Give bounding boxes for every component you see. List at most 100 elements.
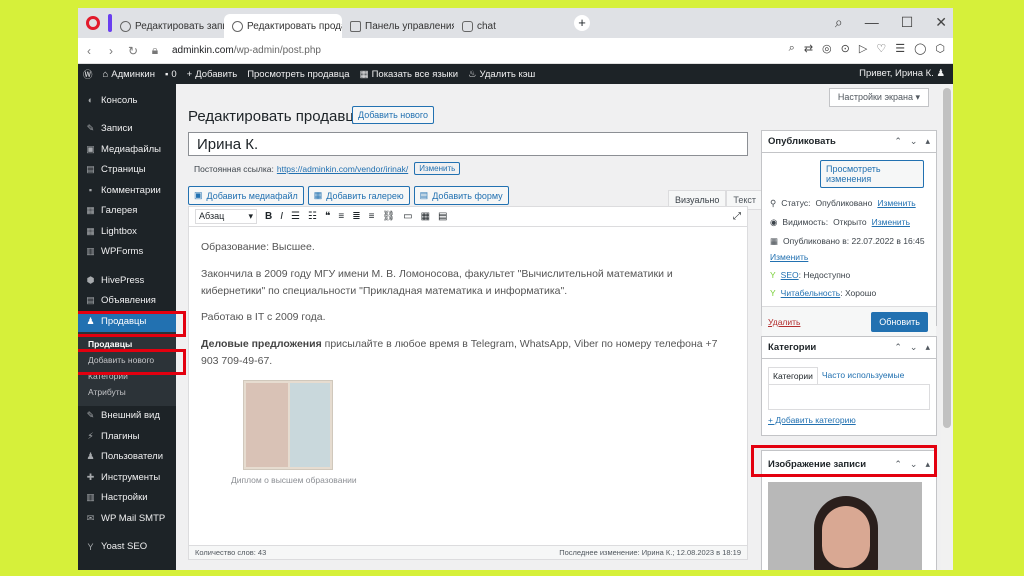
update-button[interactable]: Обновить	[871, 312, 928, 332]
sidebar-item-posts[interactable]: ✎ Записи	[78, 119, 176, 140]
sidebar-item-tools[interactable]: ✚ Инструменты	[78, 467, 176, 488]
sidebar-item-plugins[interactable]: ⚡︎ Плагины	[78, 426, 176, 447]
sidebar-item-pages[interactable]: ▤ Страницы	[78, 160, 176, 181]
collapse-icon[interactable]: ▴	[925, 136, 930, 147]
reload-icon[interactable]: ↻	[122, 44, 144, 58]
view-vendor-link[interactable]: Просмотреть продавца	[242, 69, 354, 80]
align-center-icon[interactable]: ≣	[352, 211, 360, 222]
user-greeting[interactable]: Привет, Ирина К. ♟	[859, 68, 945, 79]
numbered-list-icon[interactable]: ☷	[308, 211, 317, 222]
tab-chat[interactable]: chat	[454, 14, 566, 38]
category-checklist[interactable]	[768, 384, 930, 410]
link-icon[interactable]: ⛓︎	[382, 211, 395, 222]
sidebar-item-appearance[interactable]: ✎ Внешний вид	[78, 406, 176, 427]
add-media-button[interactable]: ▣ Добавить медиафайл	[188, 186, 304, 205]
add-new-link[interactable]: + Добавить	[182, 69, 243, 80]
seo-link[interactable]: SEO	[781, 270, 799, 280]
add-form-button[interactable]: ▤ Добавить форму	[413, 186, 509, 205]
maximize-icon[interactable]: ☐	[901, 14, 914, 31]
align-right-icon[interactable]: ≡	[369, 211, 375, 222]
screen-options-button[interactable]: Настройки экрана ▾	[828, 88, 929, 107]
publish-box-header[interactable]: Опубликовать ⌃ ⌄ ▴	[762, 131, 936, 153]
sidebar-item-listings[interactable]: ▤ Объявления	[78, 291, 176, 312]
minimize-icon[interactable]: —	[865, 14, 879, 31]
tab-control-panel[interactable]: Панель управления VH	[342, 14, 454, 38]
lock-icon[interactable]: 🔒︎	[144, 43, 166, 58]
account-icon[interactable]: ◯	[914, 42, 926, 55]
comments-link[interactable]: ▪ 0	[160, 69, 182, 80]
visibility-row: ◉ Видимость: Открыто Изменить	[770, 217, 910, 228]
languages-link[interactable]: ▦ Показать все языки	[355, 69, 463, 80]
sidebar-item-hivepress[interactable]: ⬢ HivePress	[78, 270, 176, 291]
align-left-icon[interactable]: ≡	[338, 211, 344, 222]
add-new-button[interactable]: Добавить нового	[352, 106, 435, 124]
italic-icon[interactable]: I	[280, 211, 283, 222]
sidebar-item-wpforms[interactable]: ▥ WPForms	[78, 242, 176, 263]
tab-edit-vendor[interactable]: Редактировать продавца✕	[224, 14, 342, 38]
quote-icon[interactable]: ❝	[325, 211, 330, 222]
close-window-icon[interactable]: ✕	[935, 14, 947, 31]
move-down-icon[interactable]: ⌄	[910, 342, 918, 353]
move-down-icon[interactable]: ⌄	[910, 136, 918, 147]
scrollbar-thumb[interactable]	[943, 88, 951, 428]
heart-icon[interactable]: ♡	[876, 42, 886, 55]
opera-logo-icon[interactable]	[86, 16, 100, 30]
send-icon[interactable]: ▷	[859, 42, 867, 55]
add-category-link[interactable]: + Добавить категорию	[762, 410, 936, 430]
list-icon[interactable]: ☰	[895, 42, 905, 55]
tab-edit-post[interactable]: Редактировать запись “С	[112, 14, 224, 38]
more-tag-icon[interactable]: ▭	[403, 211, 412, 222]
edit-permalink-button[interactable]: Изменить	[414, 162, 461, 175]
sidebar-item-settings[interactable]: ▥ Настройки	[78, 488, 176, 509]
move-up-icon[interactable]: ⌃	[894, 136, 902, 147]
diploma-image[interactable]	[243, 379, 333, 470]
forward-icon[interactable]: ›	[100, 44, 122, 58]
permalink-link[interactable]: https://adminkin.com/vendor/irinak/	[277, 164, 408, 174]
back-icon[interactable]: ‹	[78, 44, 100, 58]
edit-visibility-link[interactable]: Изменить	[872, 217, 910, 228]
edit-date-link[interactable]: Изменить	[770, 252, 808, 262]
format-select[interactable]: Абзац ▾	[195, 209, 257, 224]
bullet-list-icon[interactable]: ☰	[291, 211, 300, 222]
sidebar-item-wp-mail-smtp[interactable]: ✉ WP Mail SMTP	[78, 508, 176, 529]
fullscreen-icon[interactable]: ⤢	[733, 211, 741, 222]
delete-link[interactable]: Удалить	[768, 317, 800, 327]
editor-body[interactable]: Образование: Высшее. Закончила в 2009 го…	[189, 227, 747, 487]
keyboard-icon[interactable]: ▦	[421, 211, 430, 222]
post-title-input[interactable]: Ирина К.	[188, 132, 748, 156]
zoom-icon[interactable]: ⌕	[789, 42, 795, 55]
sidebar-item-yoast[interactable]: Y Yoast SEO	[78, 537, 176, 558]
search-tabs-icon[interactable]: ⌕	[835, 14, 843, 31]
submenu-attributes[interactable]: Атрибуты	[78, 384, 176, 400]
toolbar-toggle-icon[interactable]: ▤	[438, 211, 447, 222]
featured-image[interactable]	[768, 482, 922, 570]
translate-icon[interactable]: ⇄	[804, 42, 813, 55]
categories-box-header[interactable]: Категории ⌃ ⌄ ▴	[762, 337, 936, 359]
sidebar-item-comments[interactable]: ▪ Комментарии	[78, 180, 176, 201]
content-editor[interactable]: Абзац ▾ B I ☰ ☷ ❝ ≡ ≣ ≡ ⛓︎ ▭ ▦ ▤ ⤢ Образо…	[188, 206, 748, 560]
add-gallery-button[interactable]: ▦ Добавить галерею	[307, 186, 410, 205]
sidebar-item-gallery[interactable]: ▦ Галерея	[78, 201, 176, 222]
calendar-icon: ▦	[770, 236, 779, 246]
sidebar-item-users[interactable]: ♟ Пользователи	[78, 447, 176, 468]
wp-logo-icon[interactable]: Ⓦ	[78, 67, 98, 81]
extensions-icon[interactable]: ⬡	[935, 42, 945, 55]
bold-icon[interactable]: B	[265, 211, 272, 222]
collapse-icon[interactable]: ▴	[925, 342, 930, 353]
clear-cache-link[interactable]: ♨ Удалить кэш	[463, 69, 540, 80]
sidebar-item-dashboard[interactable]: ◐ Консоль	[78, 90, 176, 111]
preview-changes-button[interactable]: Просмотреть изменения	[820, 160, 924, 188]
tab-most-used[interactable]: Часто используемые	[818, 367, 908, 384]
download-icon[interactable]: ⊙	[841, 42, 850, 55]
tab-all-categories[interactable]: Категории	[768, 367, 818, 384]
move-up-icon[interactable]: ⌃	[894, 342, 902, 353]
camera-icon[interactable]: ◎	[822, 42, 832, 55]
sidebar-item-media[interactable]: ▣ Медиафайлы	[78, 139, 176, 160]
site-name-link[interactable]: ⌂ Админкин	[98, 69, 160, 80]
sidebar-item-lightbox[interactable]: ▦ Lightbox	[78, 221, 176, 242]
edit-status-link[interactable]: Изменить	[877, 198, 915, 209]
url-field[interactable]: adminkin.com/wp-admin/post.php	[172, 45, 321, 56]
readability-link[interactable]: Читабельность	[781, 288, 841, 298]
page-scrollbar[interactable]	[941, 84, 953, 570]
new-tab-button[interactable]: +	[574, 15, 590, 31]
